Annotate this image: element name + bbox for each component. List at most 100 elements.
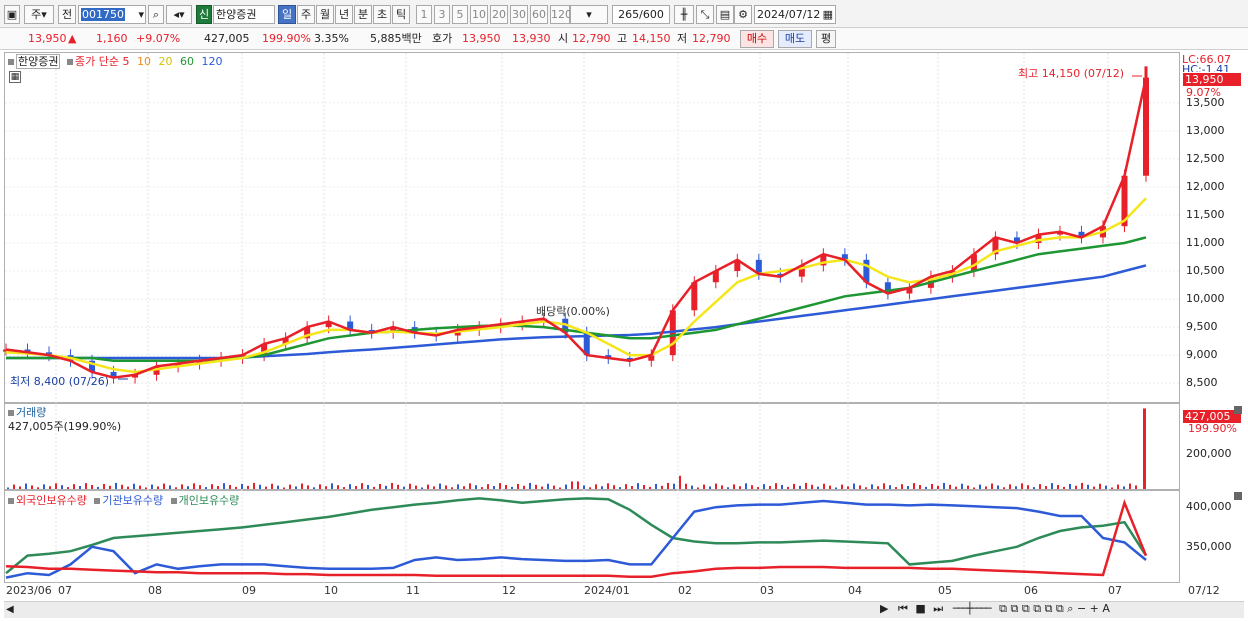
volume-bar <box>451 487 453 489</box>
zoom-in-icon[interactable]: + <box>1090 602 1099 615</box>
period-tab-0[interactable]: 일 <box>278 5 296 24</box>
zoom-slider[interactable]: ───┼──── <box>953 602 992 615</box>
volume-bar <box>403 486 405 489</box>
chart-menu-icon[interactable]: ▣ <box>4 5 20 24</box>
volume-bar <box>1051 483 1053 489</box>
volume-bar <box>409 483 411 489</box>
stop-icon[interactable]: ■ <box>915 602 925 615</box>
volume-bar <box>301 483 303 489</box>
scroll-controls: ▶ ⏮ ■ ⏭ ───┼──── ⧉ ⧉ ⧉ ⧉ ⧉ ⧉ ⌕ − + A <box>880 602 1180 618</box>
x-axis-label: 04 <box>848 584 862 597</box>
interval-button-10[interactable]: 10 <box>470 5 488 24</box>
volume-bar <box>415 485 417 489</box>
count-field[interactable]: 265/600 <box>612 5 670 24</box>
volume-bar <box>349 484 351 489</box>
volume-bar <box>919 485 921 489</box>
volume-bar <box>79 486 81 489</box>
chart-area: 한양증권 종가 단순 5 10 20 60 120 ▦ 최고 14,150 (0… <box>0 50 1248 621</box>
volume-bar <box>73 484 75 489</box>
x-axis-end-label: 07/12 <box>1188 584 1220 597</box>
volume-bar <box>157 486 159 489</box>
volume-pct-badge: 199.90% <box>1188 422 1237 435</box>
interval-button-3[interactable]: 3 <box>434 5 450 24</box>
volume-bar <box>511 486 513 489</box>
volume-bar <box>775 483 777 489</box>
volume-bar <box>91 485 93 489</box>
volume-bar <box>751 485 753 489</box>
ma20-line <box>5 197 1147 374</box>
legend-ma5: 5 <box>122 55 130 68</box>
sell-button[interactable]: 매도 <box>778 30 812 48</box>
save-icon[interactable]: ▤ <box>716 5 734 24</box>
period-tab-5[interactable]: 초 <box>373 5 391 24</box>
volume-bar <box>85 483 87 489</box>
panel-close-icon[interactable] <box>1234 406 1242 414</box>
volume-bar <box>1075 485 1077 489</box>
volume-bar <box>331 483 333 489</box>
x-axis-label: 10 <box>324 584 338 597</box>
period-tab-1[interactable]: 주 <box>297 5 315 24</box>
volume-bar <box>745 483 747 489</box>
date-field[interactable]: 2024/07/12 ▦ <box>754 5 836 24</box>
tool-icons[interactable]: ⧉ ⧉ ⧉ ⧉ ⧉ ⧉ <box>999 602 1064 615</box>
legend-series-label: 종가 단순 <box>74 55 119 68</box>
volume-bar <box>529 482 531 489</box>
legend-institution: 기관보유수량 <box>102 494 164 507</box>
stock-code-input[interactable]: 001750 ▾ <box>78 5 146 24</box>
grid-icon[interactable]: ▦ <box>9 71 21 83</box>
interval-button-120[interactable]: 120 <box>550 5 572 24</box>
interval-button-5[interactable]: 5 <box>452 5 468 24</box>
period-tab-2[interactable]: 월 <box>316 5 334 24</box>
eval-button[interactable]: 평 <box>816 30 836 48</box>
volume-bar <box>613 485 615 489</box>
chart-scrollbar[interactable]: ◀ ▶ ⏮ ■ ⏭ ───┼──── ⧉ ⧉ ⧉ ⧉ ⧉ ⧉ ⌕ − + A <box>4 601 1244 618</box>
panel-close-icon[interactable] <box>1234 492 1242 500</box>
speaker-icon[interactable]: ◂▾ <box>166 5 192 24</box>
volume-value: 427,005 <box>204 32 250 45</box>
volume-bar <box>925 486 927 489</box>
volume-bar <box>1087 484 1089 489</box>
low-price: 12,790 <box>692 32 731 45</box>
candle-type-icon[interactable]: ╫ <box>674 5 694 24</box>
period-tab-6[interactable]: 틱 <box>392 5 410 24</box>
fast-back-icon[interactable]: ⏮ <box>898 602 908 615</box>
fast-forward-icon[interactable]: ⏭ <box>933 602 943 615</box>
high-annotation: 최고 14,150 (07/12) <box>1018 67 1125 80</box>
period-select[interactable]: 주▾ <box>24 5 54 24</box>
volume-bar <box>877 486 879 489</box>
interval-button-20[interactable]: 20 <box>490 5 508 24</box>
volume-bar <box>523 485 525 489</box>
volume-bar <box>217 486 219 489</box>
interval-button-60[interactable]: 60 <box>530 5 548 24</box>
chart-canvas[interactable] <box>0 50 1248 621</box>
period-tab-3[interactable]: 년 <box>335 5 353 24</box>
font-size-icon[interactable]: A <box>1102 602 1110 615</box>
current-price-badge: 13,950 <box>1183 73 1241 86</box>
legend-marker-icon <box>8 59 14 65</box>
interval-dropdown[interactable]: ▾ <box>570 5 608 24</box>
interval-button-1[interactable]: 1 <box>416 5 432 24</box>
search-icon[interactable]: ⌕ <box>148 5 164 24</box>
volume-bar <box>229 485 231 489</box>
volume-bar <box>889 485 891 489</box>
volume-bar <box>967 485 969 489</box>
legend-marker-icon <box>94 498 101 504</box>
stock-name-field[interactable]: 한양증권 <box>213 5 275 24</box>
open-label: 시 <box>558 32 569 45</box>
zoom-search-icon[interactable]: ⌕ <box>1067 602 1073 615</box>
buy-button[interactable]: 매수 <box>740 30 774 48</box>
prev-button[interactable]: 전 <box>58 5 76 24</box>
new-badge: 신 <box>196 5 212 24</box>
volume-bar <box>829 485 831 489</box>
scroll-left-icon[interactable]: ◀ <box>6 604 14 615</box>
volume-bar <box>871 484 873 489</box>
zoom-out-icon[interactable]: − <box>1077 602 1086 615</box>
draw-tool-icon[interactable]: ⤡ <box>696 5 714 24</box>
gear-icon[interactable]: ⚙ <box>734 5 752 24</box>
volume-bar <box>655 483 657 489</box>
play-next-icon[interactable]: ▶ <box>880 602 888 615</box>
legend-marker-icon <box>66 59 73 65</box>
interval-button-30[interactable]: 30 <box>510 5 528 24</box>
volume-value-text: 427,005주(199.90%) <box>8 420 122 433</box>
period-tab-4[interactable]: 분 <box>354 5 372 24</box>
